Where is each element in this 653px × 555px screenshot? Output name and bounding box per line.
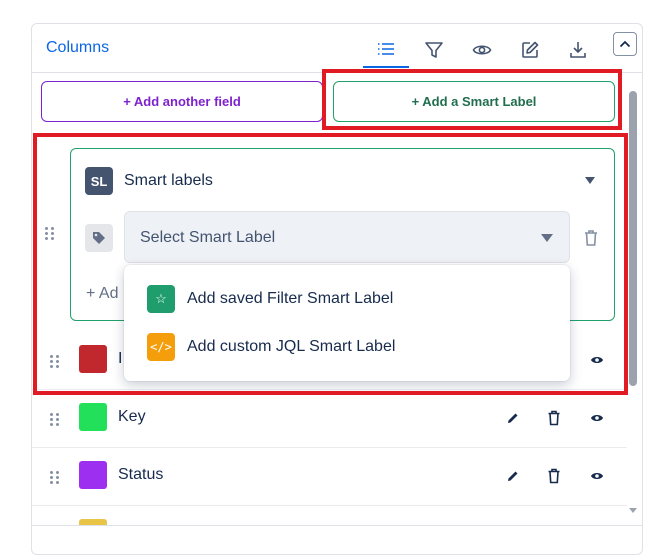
scrollbar-thumb[interactable] — [629, 91, 637, 386]
eye-icon — [472, 45, 492, 55]
row-label: Status — [118, 466, 164, 483]
filter-button[interactable] — [411, 32, 457, 68]
add-field-button[interactable]: + Add another field — [41, 81, 323, 122]
footer-divider — [32, 525, 642, 526]
drag-handle-icon[interactable] — [49, 412, 61, 428]
visibility-toggle[interactable] — [587, 408, 607, 428]
table-row: Key — [32, 389, 627, 448]
eye-icon — [591, 473, 603, 479]
highlight-box-smart-label-button — [322, 69, 622, 130]
row-label: Key — [118, 408, 146, 425]
eye-icon — [591, 415, 603, 421]
list-icon — [378, 43, 394, 55]
table-row: Status — [32, 447, 627, 506]
edit-row-button[interactable] — [503, 408, 523, 428]
visibility-toggle[interactable] — [587, 466, 607, 486]
panel-header: Columns — [32, 24, 642, 73]
trash-icon — [548, 468, 560, 484]
color-swatch[interactable] — [79, 403, 107, 431]
list-view-button[interactable] — [363, 32, 409, 68]
collapse-button[interactable] — [613, 32, 637, 56]
delete-row-button[interactable] — [544, 408, 564, 428]
visibility-button[interactable] — [459, 32, 505, 68]
edit-row-button[interactable] — [503, 466, 523, 486]
drag-handle-icon[interactable] — [49, 470, 61, 486]
panel-title: Columns — [46, 39, 110, 56]
edit-icon — [522, 41, 539, 58]
trash-icon — [548, 410, 560, 426]
download-icon — [570, 42, 586, 58]
highlight-box-smart-labels-card — [33, 133, 628, 395]
pencil-icon — [508, 471, 518, 481]
delete-row-button[interactable] — [544, 466, 564, 486]
pencil-icon — [508, 413, 518, 423]
chevron-up-icon — [619, 40, 631, 48]
filter-icon — [425, 42, 443, 58]
scroll-down-icon[interactable] — [628, 507, 638, 515]
download-button[interactable] — [555, 32, 601, 68]
color-swatch[interactable] — [79, 461, 107, 489]
edit-button[interactable] — [507, 32, 553, 68]
